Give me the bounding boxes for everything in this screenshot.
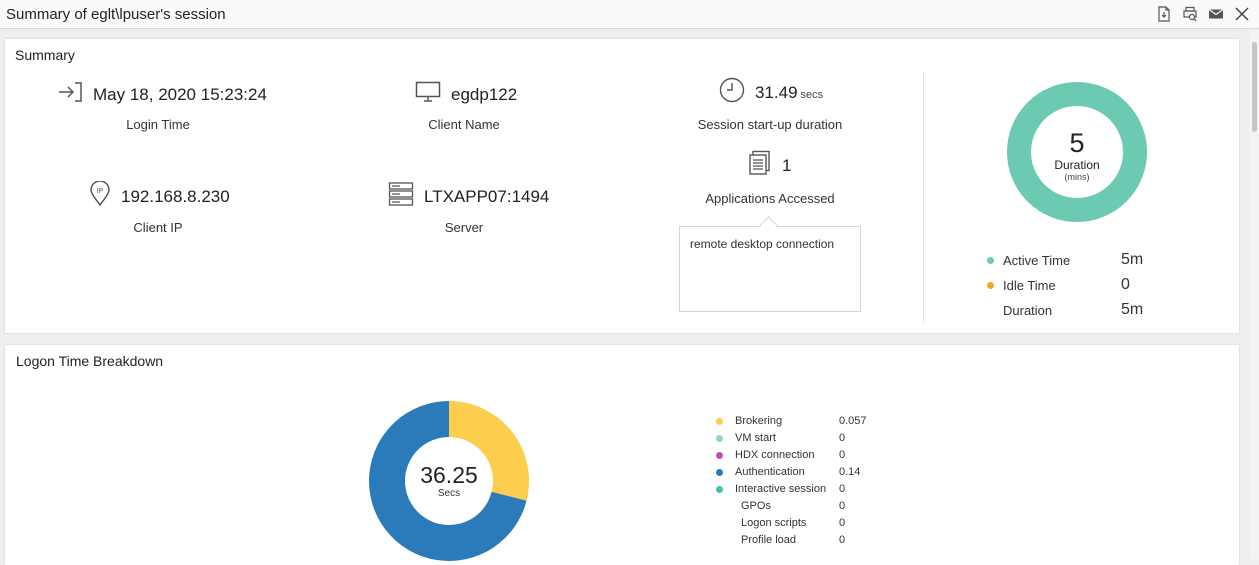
legend-value: 5m (1121, 251, 1144, 268)
breakdown-value: 0 (839, 517, 846, 529)
breakdown-dot (716, 469, 723, 476)
breakdown-row: Interactive session 0 (716, 483, 916, 498)
breakdown-value: 0 (839, 534, 846, 546)
breakdown-label: GPOs (741, 500, 771, 512)
close-icon[interactable] (1233, 5, 1251, 23)
legend-value: 0 (1121, 276, 1130, 293)
breakdown-label: Profile load (741, 534, 797, 546)
client-name-metric: egdp122 (415, 81, 517, 108)
breakdown-label: HDX connection (735, 449, 815, 461)
breakdown-label: Logon scripts (741, 517, 807, 529)
summary-panel: Summary May 18, 2020 15:23:24 Login Time… (5, 39, 1239, 333)
summary-divider (923, 73, 924, 323)
location-pin-icon: IP (89, 180, 111, 212)
apps-count: 1 (782, 155, 792, 175)
breakdown-label: VM start (735, 432, 776, 444)
server-label: Server (444, 220, 484, 235)
startup-value: 31.49 (755, 82, 798, 102)
client-name-value: egdp122 (451, 84, 518, 104)
breakdown-label: Authentication (735, 466, 805, 478)
app-item: remote desktop connection (690, 237, 835, 251)
apps-metric: 1 (748, 150, 791, 181)
breakdown-row: Profile load 0 (716, 534, 916, 549)
duration-unit: (mins) (1064, 172, 1090, 182)
logon-breakdown-panel: Logon Time Breakdown 36.25 Secs Brokerin… (5, 345, 1239, 565)
email-icon[interactable] (1207, 5, 1225, 23)
server-metric: LTXAPP07:1494 (388, 181, 549, 212)
idle-time-dot (987, 281, 994, 289)
breakdown-row: Logon scripts 0 (716, 517, 916, 532)
server-icon (388, 181, 414, 212)
logon-total: 36.25 Secs (369, 462, 529, 499)
breakdown-value: 0.057 (839, 415, 867, 427)
window-titlebar: Summary of eglt\lpuser's session (0, 0, 1259, 29)
legend-duration: Duration 5m (987, 301, 1143, 319)
client-ip-value: 192.168.8.230 (121, 186, 230, 206)
logon-total-value: 36.25 (420, 462, 478, 488)
breakdown-dot (716, 435, 723, 442)
breakdown-row: VM start 0 (716, 432, 916, 447)
summary-title: Summary (15, 47, 75, 63)
breakdown-value: 0 (839, 432, 846, 444)
vertical-scrollbar[interactable] (1250, 30, 1259, 559)
apps-label[interactable]: Applications Accessed (617, 191, 923, 206)
title-toolbar (1155, 5, 1251, 23)
breakdown-row: Authentication 0.14 (716, 466, 916, 481)
logon-breakdown-title: Logon Time Breakdown (16, 353, 164, 369)
duration-center: 5 Duration (mins) (1005, 128, 1149, 182)
login-time-value: May 18, 2020 15:23:24 (93, 84, 267, 104)
breakdown-value: 0.14 (839, 466, 861, 478)
monitor-icon (415, 81, 441, 108)
breakdown-row: GPOs 0 (716, 500, 916, 515)
print-preview-icon[interactable] (1181, 5, 1199, 23)
active-time-dot (987, 256, 994, 264)
client-ip-label: Client IP (133, 220, 183, 235)
login-time-metric: May 18, 2020 15:23:24 (57, 81, 267, 108)
breakdown-dot (716, 486, 723, 493)
legend-label: Active Time (1003, 252, 1071, 268)
window-title: Summary of eglt\lpuser's session (6, 6, 226, 23)
apps-list-popup: remote desktop connection (679, 226, 861, 312)
scrollbar-thumb[interactable] (1252, 42, 1257, 132)
clock-icon (719, 77, 745, 108)
login-time-label: Login Time (126, 117, 190, 132)
client-ip-metric: IP 192.168.8.230 (89, 180, 230, 212)
login-icon (57, 81, 83, 108)
breakdown-dot (716, 452, 723, 459)
startup-label: Session start-up duration (697, 117, 843, 132)
breakdown-row: HDX connection 0 (716, 449, 916, 464)
breakdown-label: Brokering (735, 415, 783, 427)
logon-total-unit: Secs (437, 488, 461, 499)
svg-text:IP: IP (97, 188, 104, 195)
startup-metric: 31.49 secs (719, 77, 823, 108)
export-pdf-icon[interactable] (1155, 5, 1173, 23)
breakdown-value: 0 (839, 483, 846, 495)
client-name-label: Client Name (428, 117, 500, 132)
legend-label: Idle Time (1003, 277, 1056, 293)
breakdown-value: 0 (839, 449, 846, 461)
breakdown-dot (716, 418, 723, 425)
server-value: LTXAPP07:1494 (424, 186, 550, 206)
legend-active-time: Active Time 5m (987, 251, 1143, 269)
legend-idle-time: Idle Time 0 (987, 276, 1130, 294)
breakdown-row: Brokering 0.057 (716, 415, 916, 430)
documents-icon (748, 150, 772, 181)
breakdown-value: 0 (839, 500, 846, 512)
legend-value: 5m (1121, 301, 1144, 318)
duration-value: 5 (1069, 128, 1085, 158)
duration-label: Duration (1054, 158, 1100, 172)
breakdown-label: Interactive session (735, 483, 827, 495)
startup-unit: secs (800, 88, 824, 101)
legend-label: Duration (1003, 302, 1053, 318)
